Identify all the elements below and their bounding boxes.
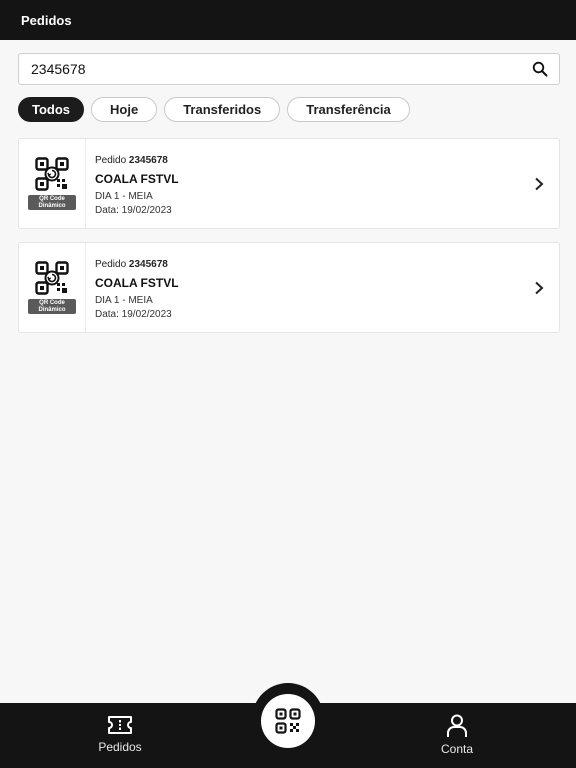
order-card[interactable]: QR Code Dinâmico Pedido 2345678 COALA FS… bbox=[18, 138, 560, 229]
event-name: COALA FSTVL bbox=[95, 276, 179, 290]
filter-chip-transferencia[interactable]: Transferência bbox=[287, 97, 410, 122]
qr-code-icon bbox=[35, 261, 69, 295]
filter-chip-todos[interactable]: Todos bbox=[18, 97, 85, 122]
order-card-qr-section: QR Code Dinâmico bbox=[19, 139, 86, 228]
order-label: Pedido bbox=[95, 259, 127, 270]
filter-chip-hoje[interactable]: Hoje bbox=[91, 97, 158, 122]
event-name: COALA FSTVL bbox=[95, 172, 179, 186]
nav-label-pedidos: Pedidos bbox=[98, 740, 142, 754]
order-card-qr-section: QR Code Dinâmico bbox=[19, 243, 86, 332]
ticket-icon bbox=[108, 716, 132, 734]
dynamic-qr-badge: QR Code Dinâmico bbox=[28, 195, 76, 210]
badge-line-2: Dinâmico bbox=[38, 306, 66, 313]
badge-line-1: QR Code bbox=[39, 299, 65, 306]
nav-item-conta[interactable]: Conta bbox=[412, 714, 502, 756]
chevron-right-icon[interactable] bbox=[519, 139, 559, 228]
chevron-right-icon[interactable] bbox=[519, 243, 559, 332]
search-icon[interactable] bbox=[531, 60, 549, 78]
order-info: Pedido 2345678 COALA FSTVL DIA 1 - MEIA … bbox=[86, 243, 519, 332]
order-number-line: Pedido 2345678 bbox=[95, 155, 519, 166]
order-date: Data: 19/02/2023 bbox=[95, 309, 172, 320]
qr-scan-icon bbox=[275, 708, 301, 734]
order-card[interactable]: QR Code Dinâmico Pedido 2345678 COALA FS… bbox=[18, 242, 560, 333]
order-date: Data: 19/02/2023 bbox=[95, 205, 172, 216]
scan-qr-button[interactable] bbox=[261, 694, 315, 748]
ticket-type: DIA 1 - MEIA bbox=[95, 191, 153, 202]
badge-line-1: QR Code bbox=[39, 195, 65, 202]
order-number: 2345678 bbox=[128, 155, 168, 166]
nav-label-conta: Conta bbox=[440, 742, 474, 756]
order-number: 2345678 bbox=[128, 259, 168, 270]
badge-line-2: Dinâmico bbox=[38, 202, 66, 209]
page-title: Pedidos bbox=[21, 12, 72, 28]
search-bar[interactable] bbox=[18, 53, 560, 85]
filter-chip-transferidos[interactable]: Transferidos bbox=[164, 97, 281, 122]
app-header: Pedidos bbox=[0, 0, 576, 40]
dynamic-qr-badge: QR Code Dinâmico bbox=[28, 299, 76, 314]
search-input[interactable] bbox=[31, 61, 531, 77]
ticket-type: DIA 1 - MEIA bbox=[95, 295, 153, 306]
filter-chips: Todos Hoje Transferidos Transferência bbox=[18, 97, 410, 122]
user-icon bbox=[447, 714, 467, 737]
order-info: Pedido 2345678 COALA FSTVL DIA 1 - MEIA … bbox=[86, 139, 519, 228]
order-label: Pedido bbox=[95, 155, 127, 166]
qr-code-icon bbox=[35, 157, 69, 191]
order-number-line: Pedido 2345678 bbox=[95, 259, 519, 270]
nav-item-pedidos[interactable]: Pedidos bbox=[75, 714, 165, 754]
